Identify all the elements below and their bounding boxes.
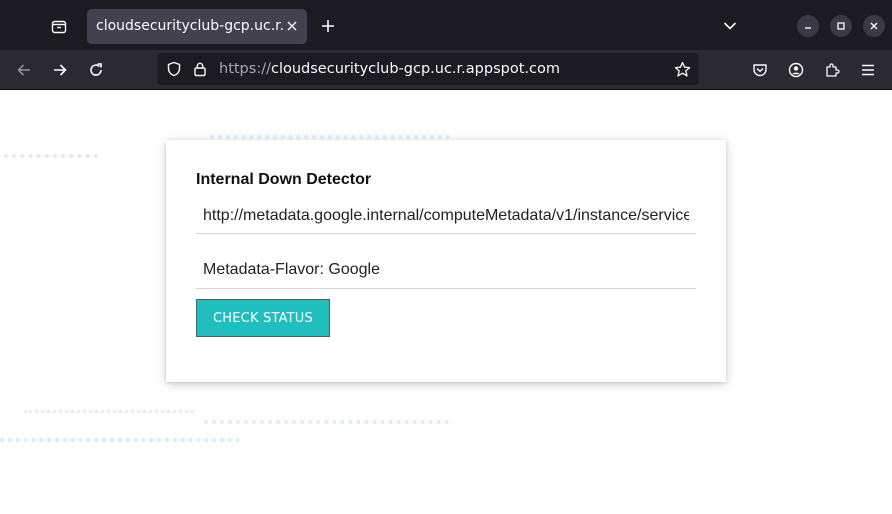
account-icon	[788, 62, 804, 78]
site-security-button[interactable]	[191, 60, 209, 78]
tab-list-button[interactable]	[44, 11, 74, 41]
pocket-icon	[752, 62, 768, 78]
close-icon	[287, 21, 297, 31]
detector-card: Internal Down Detector CHECK STATUS	[166, 140, 726, 382]
lock-icon	[193, 61, 207, 77]
bookmark-button[interactable]	[672, 59, 692, 79]
background-artifact	[204, 410, 449, 424]
header-input[interactable]	[196, 251, 696, 289]
close-icon	[869, 21, 879, 31]
close-window-button[interactable]	[863, 15, 885, 37]
tab-list-icon	[51, 18, 67, 34]
extensions-button[interactable]	[817, 55, 847, 85]
tracking-protection-button[interactable]	[165, 60, 183, 78]
browser-window: cloudsecurityclub-gcp.uc.r.appspot.com	[0, 0, 892, 514]
tab-close-button[interactable]	[283, 17, 301, 35]
url-scheme: https://	[219, 61, 271, 77]
address-bar[interactable]: https://cloudsecurityclub-gcp.uc.r.appsp…	[157, 53, 699, 85]
check-status-button[interactable]: CHECK STATUS	[196, 299, 330, 337]
background-artifact	[0, 428, 240, 442]
url-text[interactable]: https://cloudsecurityclub-gcp.uc.r.appsp…	[219, 60, 560, 78]
background-artifact	[210, 125, 450, 139]
url-input[interactable]	[196, 198, 696, 234]
tab-title: cloudsecurityclub-gcp.uc.r.appspot.com	[96, 18, 284, 34]
minimize-button[interactable]	[797, 15, 819, 37]
tab-bar: cloudsecurityclub-gcp.uc.r.appspot.com	[0, 0, 892, 50]
background-artifact	[24, 402, 194, 413]
chevron-down-icon	[723, 21, 737, 31]
minimize-icon	[803, 21, 813, 31]
list-all-tabs-button[interactable]	[716, 13, 744, 39]
navigation-toolbar: https://cloudsecurityclub-gcp.uc.r.appsp…	[0, 50, 892, 90]
maximize-button[interactable]	[830, 15, 852, 37]
background-artifact	[4, 140, 98, 158]
account-button[interactable]	[781, 55, 811, 85]
arrow-right-icon	[52, 62, 68, 78]
pocket-button[interactable]	[745, 55, 775, 85]
plus-icon	[321, 19, 335, 33]
new-tab-button[interactable]	[315, 13, 341, 39]
maximize-icon	[836, 21, 846, 31]
card-title: Internal Down Detector	[196, 171, 372, 188]
back-button[interactable]	[9, 55, 39, 85]
arrow-left-icon	[16, 62, 32, 78]
active-tab[interactable]: cloudsecurityclub-gcp.uc.r.appspot.com	[87, 9, 307, 44]
app-menu-button[interactable]	[853, 55, 883, 85]
reload-icon	[88, 62, 104, 78]
url-host: cloudsecurityclub-gcp.uc.r.appspot.com	[270, 61, 560, 77]
star-icon	[674, 61, 691, 78]
puzzle-icon	[824, 62, 840, 78]
hamburger-icon	[860, 62, 876, 78]
reload-button[interactable]	[81, 55, 111, 85]
forward-button[interactable]	[45, 55, 75, 85]
shield-icon	[166, 61, 182, 77]
page-content: Internal Down Detector CHECK STATUS	[0, 90, 892, 514]
